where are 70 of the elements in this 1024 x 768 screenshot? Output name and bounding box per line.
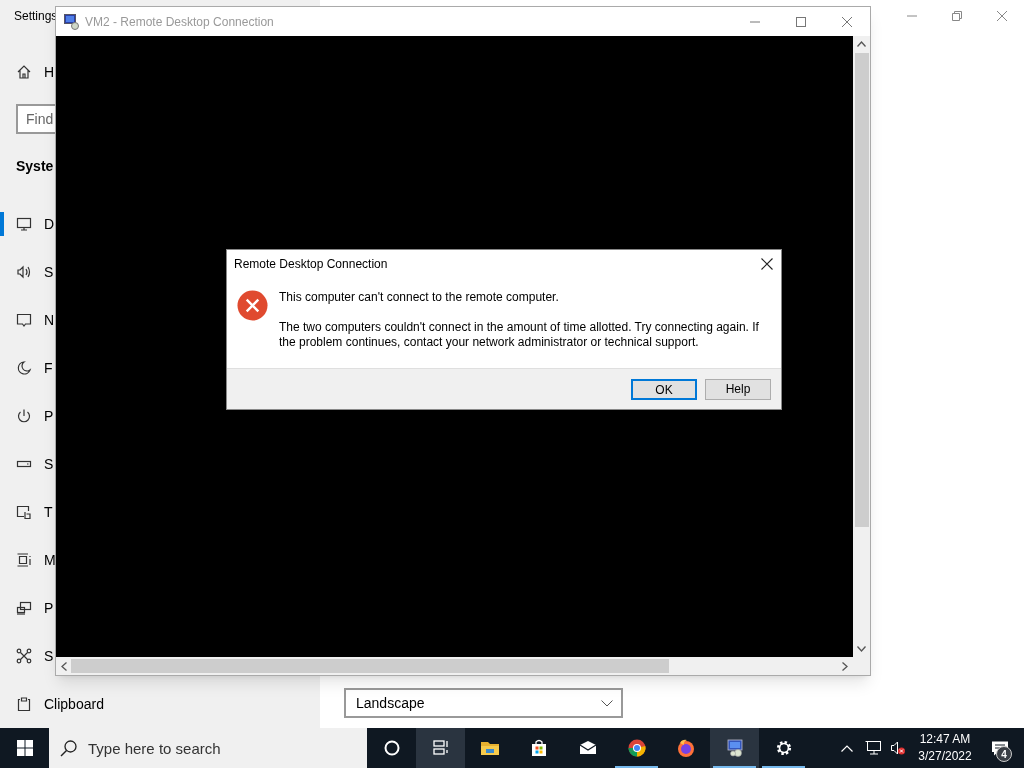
taskbar-button[interactable]: [710, 728, 759, 768]
clock-time: 12:47 AM: [919, 731, 971, 748]
notifications-icon: [16, 312, 32, 328]
running-indicator: [615, 766, 658, 768]
sidebar-item[interactable]: P: [0, 392, 55, 440]
error-icon: [237, 290, 268, 321]
running-indicator: [713, 766, 756, 768]
running-indicator: [762, 766, 805, 768]
display-icon: [16, 216, 32, 232]
scroll-left-icon[interactable]: [61, 661, 67, 671]
firefox-icon: [675, 738, 696, 758]
window-title: VM2 - Remote Desktop Connection: [85, 13, 275, 31]
volume-muted-icon[interactable]: [890, 740, 906, 756]
sidebar-item[interactable]: S: [0, 248, 55, 296]
sidebar-item[interactable]: S: [0, 440, 55, 488]
tablet-icon: [16, 504, 32, 520]
shared-icon: [16, 648, 32, 664]
scroll-up-icon[interactable]: [857, 41, 866, 47]
sidebar-item[interactable]: S: [0, 632, 55, 680]
sidebar-item[interactable]: H: [0, 48, 55, 96]
close-icon: [996, 11, 1007, 21]
horizontal-scrollbar[interactable]: [56, 657, 853, 675]
restore-icon: [951, 11, 962, 21]
dialog-button[interactable]: OK: [631, 378, 697, 400]
sidebar-item[interactable]: F: [0, 344, 55, 392]
taskview-icon: [430, 738, 451, 758]
close-icon[interactable]: [761, 258, 773, 270]
section-title: Syste: [16, 156, 54, 176]
clock-date: 3/27/2022: [918, 748, 972, 765]
error-message: The two computers couldn't connect in the amount of time allotted. Try connecting again. If the problem continues, contact your network administrator or technical support.: [279, 320, 760, 350]
orientation-dropdown[interactable]: Landscape: [344, 688, 623, 718]
taskbar-button[interactable]: [416, 728, 465, 768]
chevron-up-icon[interactable]: [841, 744, 853, 752]
sidebar-item[interactable]: M: [0, 536, 56, 584]
search-field[interactable]: Find: [16, 104, 55, 134]
notification-badge: 4: [996, 746, 1012, 762]
focus-icon: [16, 360, 32, 376]
rdp-icon: [724, 738, 745, 758]
dialog-button[interactable]: Help: [705, 378, 771, 400]
search-icon: [60, 740, 77, 757]
sidebar-item[interactable]: T: [0, 488, 55, 536]
sidebar-item[interactable]: N: [0, 296, 55, 344]
notification-button[interactable]: 4: [976, 728, 1024, 768]
power-icon: [16, 408, 32, 424]
clock[interactable]: 12:47 AM 3/27/2022: [914, 731, 976, 765]
scroll-down-icon[interactable]: [857, 646, 866, 652]
monitor-icon: [64, 13, 80, 30]
scroll-thumb[interactable]: [71, 659, 669, 673]
maximize-icon: [796, 16, 806, 27]
close-icon: [842, 16, 852, 27]
sidebar-item[interactable]: P: [0, 584, 55, 632]
clipboard-icon: [16, 696, 32, 712]
windows-logo-icon: [16, 740, 33, 756]
network-icon[interactable]: [865, 740, 882, 756]
error-heading: This computer can't connect to the remote computer.: [279, 290, 560, 305]
scroll-right-icon[interactable]: [842, 661, 848, 671]
sound-icon: [16, 264, 32, 280]
vertical-scrollbar[interactable]: [853, 36, 870, 657]
projecting-icon: [16, 600, 32, 616]
sidebar-item[interactable]: D: [0, 200, 55, 248]
selection-bar: [0, 212, 4, 236]
sidebar-item[interactable]: Clipboard: [0, 680, 104, 728]
taskbar-search-field[interactable]: Type here to search: [49, 728, 367, 768]
multitasking-icon: [16, 552, 32, 568]
home-icon: [16, 64, 32, 80]
chrome-icon: [626, 738, 647, 758]
chevron-down-icon: [601, 699, 613, 707]
scroll-thumb[interactable]: [854, 53, 869, 527]
dialog-title: Remote Desktop Connection: [234, 256, 388, 273]
window-title: Settings: [14, 8, 58, 25]
